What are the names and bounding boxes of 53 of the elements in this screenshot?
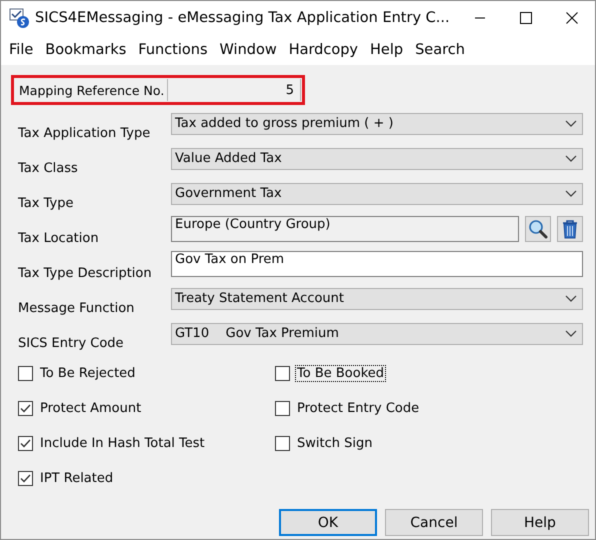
dropdown[interactable]: Value Added Tax bbox=[171, 148, 583, 170]
checkbox[interactable] bbox=[18, 436, 33, 450]
checkbox[interactable] bbox=[18, 470, 33, 486]
dropdown[interactable]: Tax added to gross premium ( + ) bbox=[171, 112, 583, 134]
close-icon bbox=[566, 12, 578, 24]
checkbox-label[interactable]: To Be Rejected bbox=[38, 364, 138, 382]
menu-item[interactable]: Bookmarks bbox=[39, 42, 132, 58]
checkbox[interactable] bbox=[275, 436, 290, 450]
search-button[interactable] bbox=[525, 216, 551, 242]
field-label: Tax Location bbox=[18, 231, 100, 246]
app-icon bbox=[9, 8, 29, 28]
checkbox-label[interactable]: Protect Amount bbox=[38, 400, 144, 416]
chevron-down-icon bbox=[564, 118, 578, 129]
field-label: Tax Class bbox=[18, 161, 79, 176]
dialog-button[interactable]: OK bbox=[279, 509, 377, 536]
menu-item[interactable]: Functions bbox=[132, 42, 214, 58]
chevron-down-icon bbox=[564, 153, 578, 164]
checkbox[interactable] bbox=[18, 366, 33, 380]
chevron-down-icon bbox=[564, 188, 578, 199]
maximize-icon bbox=[520, 12, 532, 24]
dialog-button[interactable]: Help bbox=[491, 509, 589, 536]
checkbox-label[interactable]: Include In Hash Total Test bbox=[38, 434, 207, 452]
dropdown[interactable]: Treaty Statement Account bbox=[171, 288, 583, 310]
chevron-down-icon bbox=[564, 328, 578, 339]
menu-item[interactable]: Window bbox=[214, 42, 283, 58]
checkbox[interactable] bbox=[18, 400, 33, 416]
chevron-down-icon bbox=[564, 293, 578, 304]
field-label: Tax Type bbox=[18, 196, 74, 211]
dropdown[interactable]: GT10 Gov Tax Premium bbox=[171, 322, 583, 344]
checkbox-label[interactable]: To Be Booked bbox=[295, 364, 386, 382]
field-label: Mapping Reference No. bbox=[15, 79, 168, 101]
lookup-field[interactable]: Europe (Country Group) bbox=[171, 216, 519, 242]
checkbox-label[interactable]: Switch Sign bbox=[295, 434, 374, 452]
delete-button[interactable] bbox=[557, 216, 583, 242]
checkbox-label[interactable]: IPT Related bbox=[38, 470, 116, 486]
checkbox[interactable] bbox=[275, 400, 290, 416]
menu-item[interactable]: Help bbox=[364, 42, 410, 58]
checkbox-label[interactable]: Protect Entry Code bbox=[295, 400, 422, 416]
menu-item[interactable]: Search bbox=[409, 42, 471, 58]
menu-item[interactable]: Hardcopy bbox=[282, 42, 364, 58]
window-title: SICS4EMessaging - eMessaging Tax Application Entry C... bbox=[35, 10, 451, 26]
menu-item[interactable]: File bbox=[3, 42, 40, 58]
reference-field[interactable]: 5 bbox=[168, 79, 301, 101]
search-icon bbox=[528, 218, 548, 238]
field-label: Tax Application Type bbox=[18, 126, 152, 141]
dropdown[interactable]: Government Tax bbox=[171, 182, 583, 204]
trash-icon bbox=[561, 218, 579, 238]
input-field[interactable]: Gov Tax on Prem bbox=[171, 250, 583, 276]
field-label: SICS Entry Code bbox=[18, 336, 125, 351]
field-label: Message Function bbox=[18, 301, 136, 316]
field-label: Tax Type Description bbox=[18, 266, 153, 281]
checkbox[interactable] bbox=[275, 366, 290, 380]
dialog-button[interactable]: Cancel bbox=[385, 509, 483, 536]
